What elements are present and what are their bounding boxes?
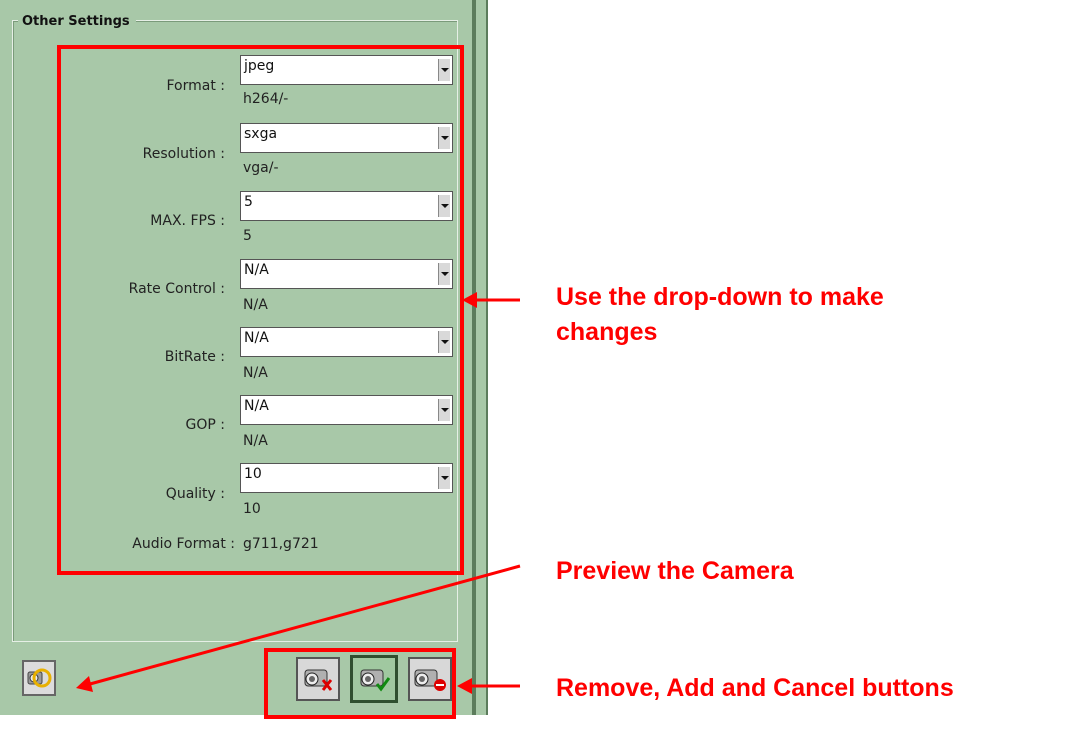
buttons-annotation: Remove, Add and Cancel buttons	[556, 674, 954, 702]
annotation-arrows	[76, 292, 521, 694]
dropdown-annotation-line2: changes	[556, 318, 658, 346]
dropdown-annotation-line1: Use the drop-down to make	[556, 283, 884, 311]
preview-annotation: Preview the Camera	[556, 557, 794, 585]
arrow-to-buttons	[457, 678, 520, 694]
arrow-to-preview	[76, 564, 521, 692]
arrow-to-dropdowns	[462, 292, 520, 308]
